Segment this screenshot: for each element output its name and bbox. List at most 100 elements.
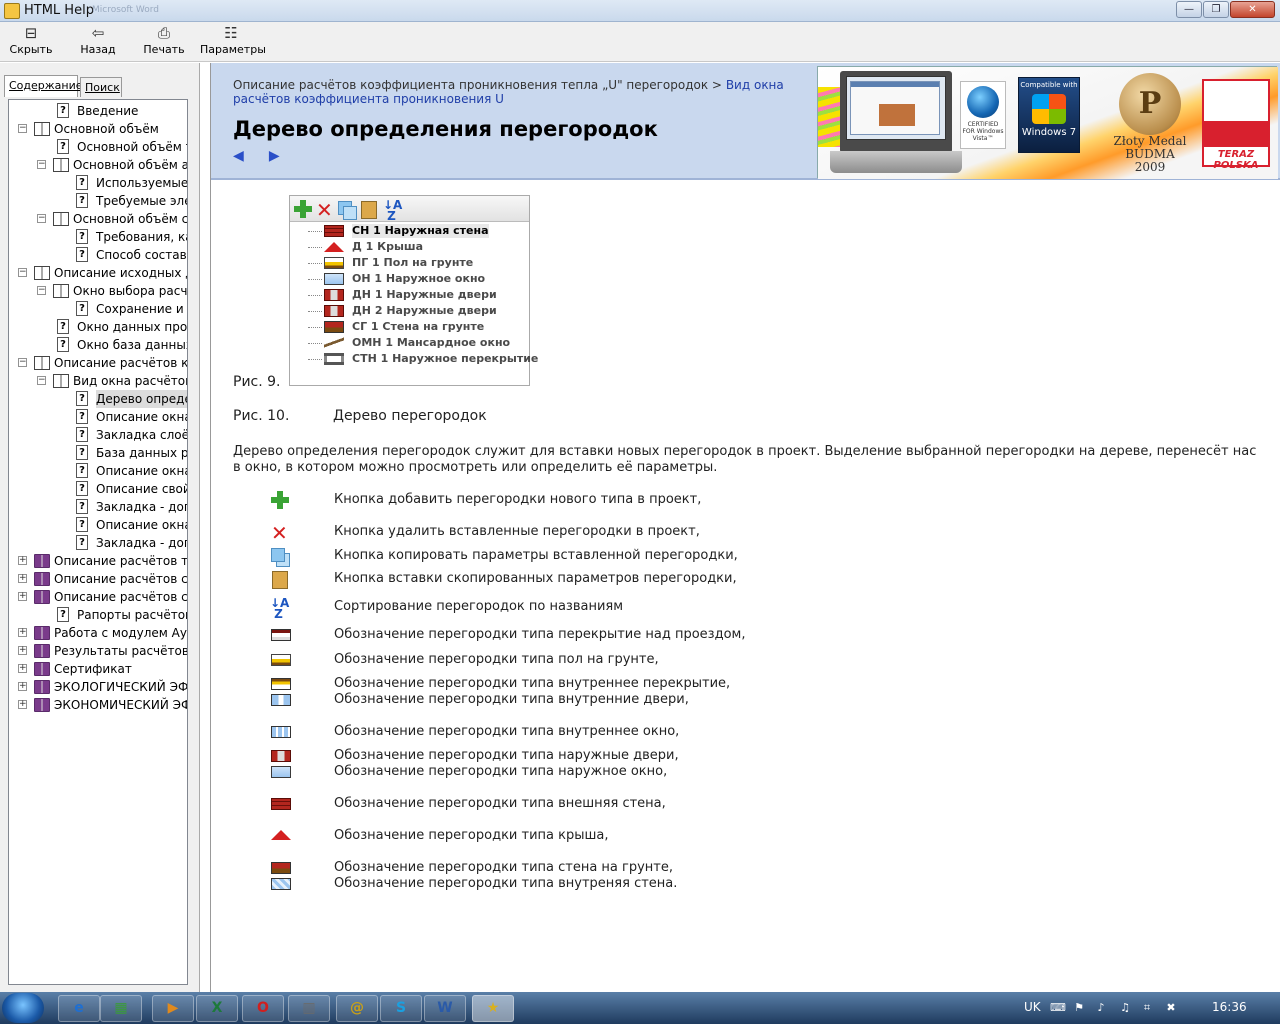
calculator-icon[interactable]: ▥ <box>288 995 330 1022</box>
collapse-icon[interactable]: − <box>37 214 46 223</box>
tree-item[interactable]: ? Основной объём те <box>9 138 187 156</box>
volume-icon[interactable]: ♪ <box>1094 1001 1108 1015</box>
tree-item[interactable]: + Работа с модулем Ауд <box>9 624 187 642</box>
tree-item[interactable]: ? Сохранение и с <box>9 300 187 318</box>
internet-explorer-icon[interactable]: e <box>58 995 100 1022</box>
tree-item[interactable]: ? Требования, ка <box>9 228 187 246</box>
tree-item[interactable]: ? Окно данных прое <box>9 318 187 336</box>
tree-item[interactable]: ? Окно база данных <box>9 336 187 354</box>
keyboard-icon[interactable]: ⌨ <box>1050 1001 1066 1015</box>
skype-icon[interactable]: S <box>380 995 422 1022</box>
tree-item[interactable]: ? Закладка - допо <box>9 498 187 516</box>
tree-item[interactable]: ? Закладка - допо <box>9 534 187 552</box>
tree-item[interactable]: − Окно выбора расчё <box>9 282 187 300</box>
tree-item[interactable]: ? Описание свойс <box>9 480 187 498</box>
tree-item[interactable]: − Основной объём а <box>9 156 187 174</box>
tree-item[interactable]: + Результаты расчётов м <box>9 642 187 660</box>
legend-text: Кнопка добавить перегородки нового типа … <box>334 492 702 507</box>
tree-item[interactable]: + Сертификат <box>9 660 187 678</box>
tree-item[interactable]: ? Описание окна <box>9 462 187 480</box>
wall-on-ground-icon <box>324 321 344 333</box>
help-page-icon: ? <box>76 409 88 424</box>
legend-text: Кнопка удалить вставленные перегородки в… <box>334 524 700 539</box>
previous-topic-icon[interactable]: ◀ <box>233 149 249 163</box>
collapse-icon[interactable]: − <box>37 160 46 169</box>
collapse-icon[interactable]: − <box>37 286 46 295</box>
start-button[interactable] <box>2 993 44 1023</box>
tree-item[interactable]: ? Описание окна <box>9 516 187 534</box>
legend-item: Обозначение перегородки типа крыша, <box>211 827 1280 845</box>
expand-icon[interactable]: + <box>18 556 27 565</box>
opera-icon[interactable]: O <box>242 995 284 1022</box>
laptop-base <box>830 151 962 173</box>
clock[interactable]: 16:36 <box>1212 1000 1247 1014</box>
options-icon: ☷ <box>224 24 238 42</box>
tree-item[interactable]: ? Введение <box>9 102 187 120</box>
flag-icon[interactable]: ⚑ <box>1072 1001 1086 1015</box>
collapse-icon[interactable]: − <box>18 268 27 277</box>
hide-button[interactable]: ⊟ Скрыть <box>8 24 54 60</box>
file-manager-icon[interactable]: ▦ <box>100 995 142 1022</box>
tree-item[interactable]: + Описание расчётов се <box>9 588 187 606</box>
tree-item[interactable]: ? Используемые <box>9 174 187 192</box>
collapse-icon[interactable]: − <box>18 358 27 367</box>
figure9-caption: Рис. 9. <box>233 374 281 390</box>
network-icon[interactable]: ⌗ <box>1140 1001 1154 1015</box>
tree-item[interactable]: − Вид окна расчётов <box>9 372 187 390</box>
tree-connector <box>308 295 322 296</box>
options-button[interactable]: ☷ Параметры <box>200 24 266 60</box>
figure-tree-item: СГ 1 Стена на грунте <box>291 319 527 335</box>
expand-icon[interactable]: + <box>18 664 27 673</box>
minimize-button[interactable]: — <box>1176 1 1202 18</box>
maximize-button[interactable]: ❐ <box>1203 1 1229 18</box>
tree-item[interactable]: ? Рапорты расчётов <box>9 606 187 624</box>
external-door-icon <box>324 289 344 301</box>
tree-item[interactable]: + Описание расчётов те <box>9 552 187 570</box>
tree-item[interactable]: + Описание расчётов се <box>9 570 187 588</box>
html-help-icon[interactable]: ★ <box>472 995 514 1022</box>
tab-contents[interactable]: Содержание <box>4 75 83 97</box>
tree-item[interactable]: ? База данных ре <box>9 444 187 462</box>
back-arrow-icon: ⇦ <box>91 24 105 42</box>
expand-icon[interactable]: + <box>18 574 27 583</box>
collapse-icon[interactable]: − <box>18 124 27 133</box>
tree-item[interactable]: − Основной объём <box>9 120 187 138</box>
expand-icon[interactable]: + <box>18 646 27 655</box>
figure-tree-list: СН 1 Наружная стена Д 1 Крыша ПГ 1 Пол на … <box>291 223 538 385</box>
tree-item[interactable]: + ЭКОНОМИЧЕСКИЙ ЭФ <box>9 696 187 714</box>
collapse-icon[interactable]: − <box>37 376 46 385</box>
expand-icon[interactable]: + <box>18 592 27 601</box>
close-button[interactable]: ✕ <box>1230 1 1275 18</box>
media-player-icon[interactable]: ▶ <box>152 995 194 1022</box>
tree-item[interactable]: ? Описание окна <box>9 408 187 426</box>
tree-item[interactable]: ? Способ составл <box>9 246 187 264</box>
house-image <box>879 104 915 126</box>
expand-icon[interactable]: + <box>18 628 27 637</box>
expand-icon[interactable]: + <box>18 700 27 709</box>
tree-item[interactable]: − Описание расчётов ко <box>9 354 187 372</box>
tree-item[interactable]: ? Дерево определ <box>9 390 187 408</box>
action-center-icon[interactable]: ✖ <box>1164 1001 1178 1015</box>
expand-icon[interactable]: + <box>18 682 27 691</box>
tree-item[interactable]: ? Закладка слоёв <box>9 426 187 444</box>
print-button[interactable]: ⎙ Печать <box>142 24 186 60</box>
word-icon[interactable]: W <box>424 995 466 1022</box>
hide-button-label: Скрыть <box>9 43 53 56</box>
tree-item[interactable]: ? Требуемые эле <box>9 192 187 210</box>
tree-item-label: Основной объём с <box>73 212 188 226</box>
excel-icon[interactable]: X <box>196 995 238 1022</box>
tree-item-label: ЭКОЛОГИЧЕСКИЙ ЭФ <box>54 680 188 694</box>
email-icon[interactable]: @ <box>336 995 378 1022</box>
mute-icon[interactable]: ♫ <box>1118 1001 1132 1015</box>
next-topic-icon[interactable]: ▶ <box>269 149 285 163</box>
tree-item[interactable]: + ЭКОЛОГИЧЕСКИЙ ЭФ <box>9 678 188 696</box>
figure-tree-item-label: ДН 1 Наружные двери <box>352 288 497 301</box>
language-indicator[interactable]: UK <box>1024 1000 1041 1014</box>
tab-search[interactable]: Поиск <box>80 77 122 97</box>
figure-tree-item: Д 1 Крыша <box>291 239 527 255</box>
back-button[interactable]: ⇦ Назад <box>78 24 118 60</box>
product-banner: CERTIFIED FOR Windows Vista™ Compatible … <box>817 66 1278 179</box>
open-book-icon <box>53 284 69 298</box>
tree-item[interactable]: − Описание исходных да <box>9 264 187 282</box>
tree-item[interactable]: − Основной объём с <box>9 210 188 228</box>
